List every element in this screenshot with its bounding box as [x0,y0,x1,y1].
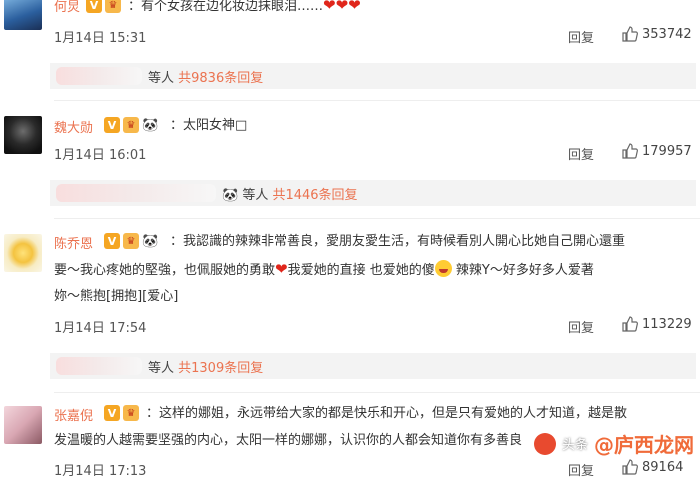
more-replies-bar[interactable]: 等人 共1309条回复 [50,353,696,379]
panda-icon: 🐼 [142,233,159,249]
more-replies-count[interactable]: 共1446条回复 [272,188,357,203]
heart-icon: ❤❤❤ [323,0,361,14]
comment-text-content: ：有个女孩在边化妆边抹眼泪…… [128,0,324,14]
user-name[interactable]: 张嘉倪 [54,405,93,424]
like-button[interactable]: 89164 [622,459,683,475]
verified-badge-icon: V [86,0,102,13]
user-badges: V ♛ 🐼 [104,233,158,249]
comment-item: 何炅 V ♛ ：有个女孩在边化妆边抹眼泪……❤❤❤ 1月14日 15:31 回复… [0,0,700,60]
brand-logo-icon [533,432,556,455]
panda-icon: 🐼 [222,188,239,203]
like-button[interactable]: 353742 [622,26,692,42]
more-replies-prefix: 等人 [148,361,179,376]
user-badges: V ♛ 🐼 [104,117,158,133]
thumbs-up-icon [622,316,638,332]
like-count: 179957 [642,143,692,159]
more-replies-text[interactable]: 等人 共1309条回复 [148,357,263,376]
avatar[interactable] [4,0,42,30]
more-replies-count[interactable]: 共1309条回复 [178,361,263,376]
comment-text-segment: 我爱她的直接 也爱她的傻 [287,263,435,278]
like-count: 113229 [642,316,692,332]
like-count: 89164 [642,459,684,475]
divider [54,218,700,219]
timestamp: 1月14日 15:31 [54,31,147,46]
user-name[interactable]: 陈乔恩 [54,233,93,252]
comment-text: ：有个女孩在边化妆边抹眼泪……❤❤❤ [128,0,361,18]
comment-text-line: ：这样的娜姐，永远带给大家的都是快乐和开心，但是只有爱她的人才知道，越是散 [146,406,628,421]
user-badges: V ♛ [86,0,121,13]
comment-text-line: 发温暖的人越需要坚强的内心，太阳一样的娜娜，认识你的人都会知道你有多善良 [54,433,523,448]
comment-text-line: 要～我心疼她的堅強，也佩服她的勇敢❤我爱她的直接 也爱她的傻 辣辣Y～好多好多人… [54,258,594,282]
more-replies-prefix: 等人 [242,188,273,203]
comment-text-segment: 要～我心疼她的堅強，也佩服她的勇敢 [54,263,276,278]
timestamp: 1月14日 17:13 [54,464,147,479]
laughing-emoji-icon [434,260,452,277]
like-button[interactable]: 179957 [622,143,692,159]
more-replies-bar[interactable]: 🐼 等人 共1446条回复 [50,180,696,206]
vip-crown-icon: ♛ [105,0,121,13]
verified-badge-icon: V [104,117,120,133]
user-name[interactable]: 何炅 [54,0,80,15]
like-button[interactable]: 113229 [622,316,692,332]
thumbs-up-icon [622,459,638,475]
comment-text-line: ：我認識的辣辣非常善良，愛朋友愛生活，有時候看別人開心比她自己開心還重 [170,234,626,249]
avatar[interactable] [4,234,42,272]
more-replies-text[interactable]: 🐼 等人 共1446条回复 [222,184,358,203]
vip-crown-icon: ♛ [123,117,139,133]
divider [54,392,700,393]
watermark: 头条 @庐西龙网 [533,429,694,458]
avatar[interactable] [4,406,42,444]
blurred-usernames [56,357,142,375]
verified-badge-icon: V [104,233,120,249]
thumbs-up-icon [622,143,638,159]
reply-button[interactable]: 回复 [568,27,594,46]
reply-button[interactable]: 回复 [568,144,594,163]
avatar[interactable] [4,116,42,154]
like-count: 353742 [642,26,692,42]
reply-button[interactable]: 回复 [568,460,594,479]
blurred-usernames [56,184,216,202]
panda-icon: 🐼 [142,117,159,133]
more-replies-count[interactable]: 共9836条回复 [178,71,263,86]
verified-badge-icon: V [104,405,120,421]
watermark-site: @庐西龙网 [594,433,694,457]
watermark-brand: 头条 [561,438,588,453]
user-badges: V ♛ [104,405,139,421]
comment-text: ：太阳女神□ [170,118,248,133]
timestamp: 1月14日 17:54 [54,321,147,336]
user-name[interactable]: 魏大勋 [54,117,93,136]
heart-icon: ❤ [275,260,288,278]
comment-text-line: 妳～熊抱[拥抱][爱心] [54,289,179,304]
comment-item: 陈乔恩 V ♛ 🐼 ：我認識的辣辣非常善良，愛朋友愛生活，有時候看別人開心比她自… [0,228,700,338]
comment-item: 魏大勋 V ♛ 🐼 ：太阳女神□ 1月14日 16:01 回复 179957 [0,112,700,172]
comment-text-segment: 辣辣Y～好多好多人爱著 [455,263,594,278]
timestamp: 1月14日 16:01 [54,148,147,163]
vip-crown-icon: ♛ [123,405,139,421]
vip-crown-icon: ♛ [123,233,139,249]
reply-button[interactable]: 回复 [568,317,594,336]
more-replies-bar[interactable]: 等人 共9836条回复 [50,63,696,89]
divider [54,100,700,101]
thumbs-up-icon [622,26,638,42]
more-replies-prefix: 等人 [148,71,179,86]
more-replies-text[interactable]: 等人 共9836条回复 [148,67,263,86]
blurred-usernames [56,67,142,85]
